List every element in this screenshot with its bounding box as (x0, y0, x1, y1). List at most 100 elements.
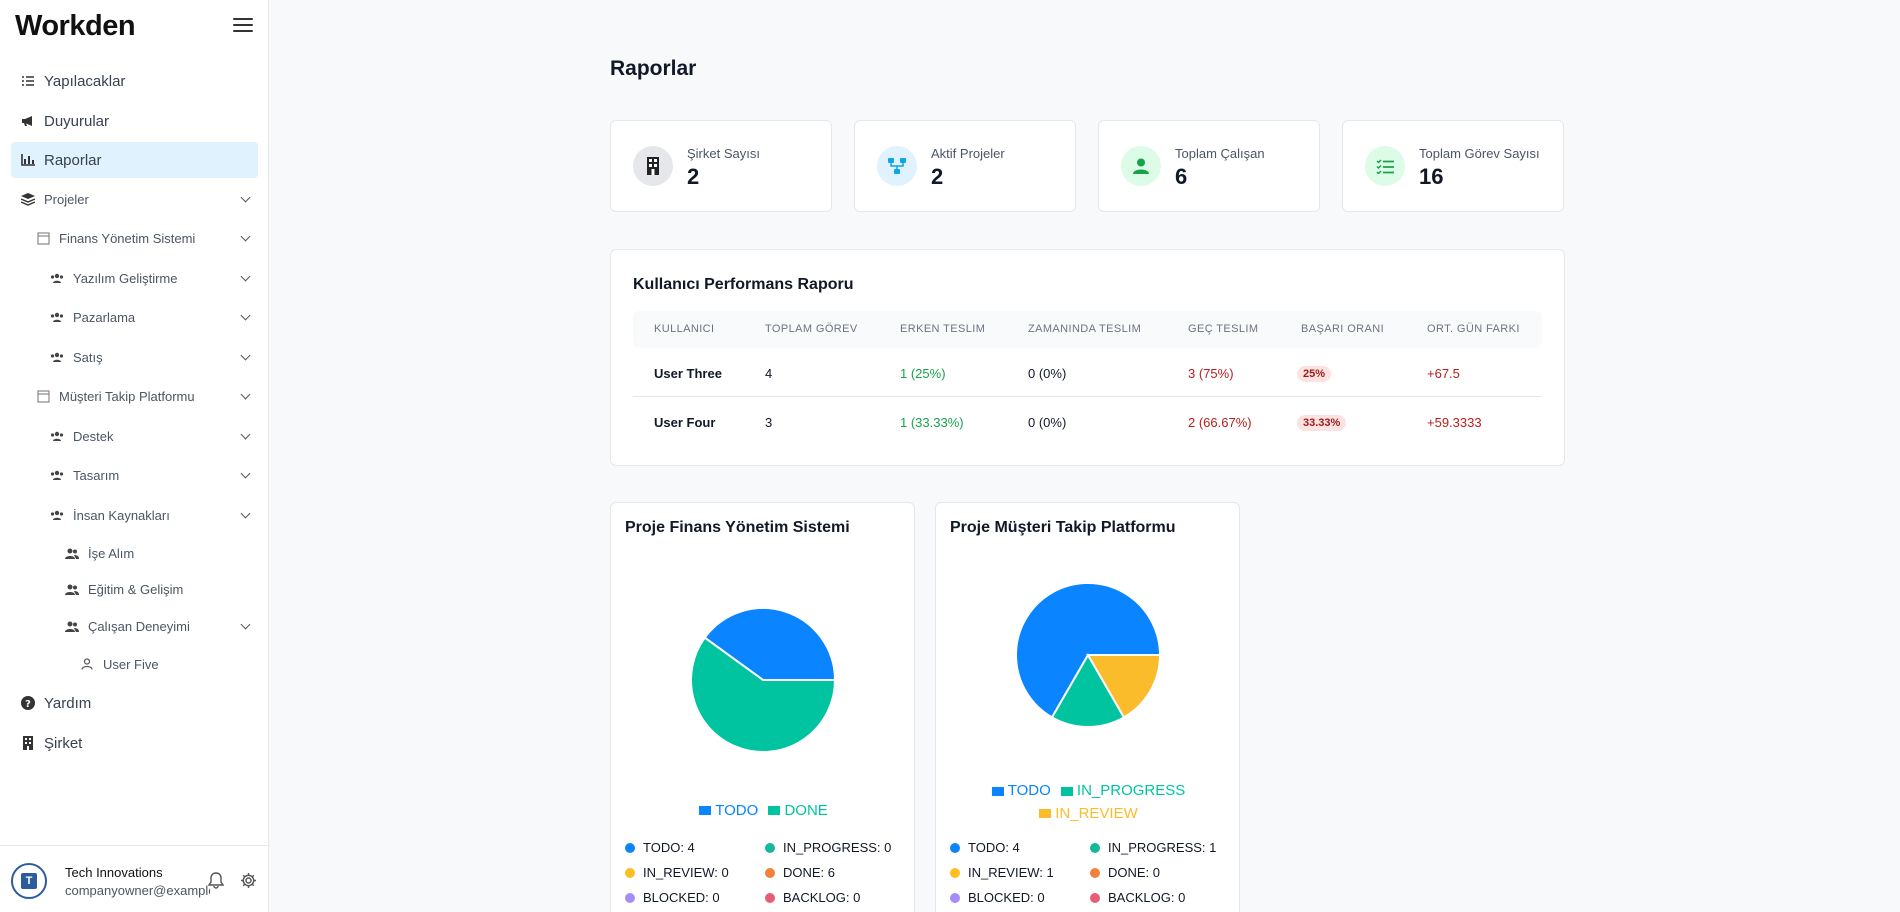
legend-item-todo[interactable]: TODO (699, 802, 758, 819)
chevron-down-icon[interactable] (240, 389, 251, 400)
cell-diff: +67.5 (1427, 366, 1460, 381)
chevron-down-icon[interactable] (240, 271, 251, 282)
chevron-down-icon[interactable] (240, 350, 251, 361)
sidebar-item-label: Şirket (44, 734, 83, 752)
column-header[interactable]: BAŞARI ORANI (1301, 323, 1384, 335)
legend-item-todo[interactable]: TODO (991, 780, 1051, 802)
sidebar-item-musteri-takip-platformu[interactable]: Müşteri Takip Platformu (35, 378, 251, 414)
cell-early: 1 (33.33%) (900, 415, 964, 430)
status-item: BLOCKED: 0 (625, 890, 720, 905)
menu-toggle-icon[interactable] (233, 18, 253, 36)
sidebar-item-ise-alim[interactable]: İşe Alım (64, 535, 134, 571)
user-icon (1121, 146, 1161, 186)
sidebar-item-projeler[interactable]: Projeler (20, 181, 251, 217)
status-item: DONE: 6 (765, 865, 835, 880)
cell-diff: +59.3333 (1427, 415, 1482, 430)
stat-card-active-projects: Aktif Projeler 2 (854, 120, 1076, 212)
column-header[interactable]: ERKEN TESLIM (900, 323, 985, 335)
chevron-down-icon[interactable] (240, 508, 251, 519)
sidebar-item-label: Raporlar (44, 151, 102, 169)
team-icon (49, 270, 65, 286)
chart-title: Proje Finans Yönetim Sistemi (625, 519, 850, 536)
team-icon (49, 309, 65, 325)
sidebar-item-tasarim[interactable]: Tasarım (49, 457, 251, 493)
project-chart-card-musteri: Proje Müşteri Takip Platformu TODO IN_PR… (935, 502, 1240, 912)
chart-legend: TODO IN_PROGRESS IN_REVIEW (936, 780, 1241, 825)
avatar[interactable]: T (11, 863, 47, 899)
megaphone-icon (20, 113, 36, 129)
chart-title: Proje Müşteri Takip Platformu (950, 519, 1176, 536)
users-icon (64, 618, 80, 634)
column-header[interactable]: ORT. GÜN FARKI (1427, 323, 1520, 335)
sidebar-item-label: Pazarlama (73, 309, 136, 325)
sidebar-item-destek[interactable]: Destek (49, 418, 251, 454)
help-icon: ? (20, 695, 36, 711)
sidebar-item-label: İnsan Kaynakları (73, 507, 170, 523)
sidebar-item-label: Finans Yönetim Sistemi (59, 230, 196, 246)
bell-icon[interactable] (207, 872, 225, 894)
cell-late: 3 (75%) (1188, 366, 1234, 381)
status-item: IN_PROGRESS: 0 (765, 840, 891, 855)
user-icon (79, 656, 95, 672)
cell-ontime: 0 (0%) (1028, 366, 1067, 381)
sidebar-item-yazilim-gelistirme[interactable]: Yazılım Geliştirme (49, 260, 251, 296)
status-item: IN_REVIEW: 1 (950, 865, 1054, 880)
sidebar-item-label: İşe Alım (88, 545, 135, 561)
stat-value: 2 (931, 164, 944, 189)
chevron-down-icon[interactable] (240, 231, 251, 242)
cell-total: 3 (765, 415, 773, 430)
stat-label: Toplam Görev Sayısı (1419, 146, 1540, 161)
sidebar-item-egitim-gelisim[interactable]: Eğitim & Gelişim (64, 571, 183, 607)
team-icon (49, 428, 65, 444)
sidebar-item-insan-kaynaklari[interactable]: İnsan Kaynakları (49, 497, 251, 533)
column-header[interactable]: GEÇ TESLIM (1188, 323, 1258, 335)
status-badge: 25% (1297, 366, 1332, 382)
svg-text:?: ? (25, 699, 31, 710)
legend-item-done[interactable]: DONE (768, 802, 828, 819)
list-icon (1365, 146, 1405, 186)
sidebar-footer: T Tech Innovations companyowner@example.… (0, 845, 269, 912)
gear-icon[interactable] (240, 872, 257, 894)
chevron-down-icon[interactable] (240, 192, 251, 203)
stat-card-company-count: Şirket Sayısı 2 (610, 120, 832, 212)
team-icon (49, 507, 65, 523)
stat-label: Şirket Sayısı (687, 146, 760, 161)
sidebar-item-label: Eğitim & Gelişim (88, 581, 184, 597)
chevron-down-icon[interactable] (240, 310, 251, 321)
layers-icon (20, 191, 36, 207)
table-header: KULLANICI TOPLAM GÖREV ERKEN TESLIM ZAMA… (633, 311, 1542, 348)
stat-value: 2 (687, 164, 700, 189)
table-row[interactable]: User Three 4 1 (25%) 0 (0%) 3 (75%) 25% … (633, 348, 1542, 397)
sidebar-item-yardim[interactable]: ? Yardım (20, 685, 91, 721)
stat-card-total-employees: Toplam Çalışan 6 (1098, 120, 1320, 212)
status-item: TODO: 4 (950, 840, 1020, 855)
network-icon (877, 146, 917, 186)
stat-label: Toplam Çalışan (1175, 146, 1265, 161)
column-header[interactable]: ZAMANINDA TESLIM (1028, 323, 1141, 335)
column-header[interactable]: TOPLAM GÖREV (765, 323, 858, 335)
chevron-down-icon[interactable] (240, 619, 251, 630)
sidebar-item-label: Satış (73, 349, 103, 365)
sidebar-item-yapilacaklar[interactable]: Yapılacaklar (20, 63, 125, 99)
status-item: DONE: 0 (1090, 865, 1160, 880)
sidebar-item-sirket[interactable]: Şirket (20, 725, 82, 761)
chevron-down-icon[interactable] (240, 468, 251, 479)
sidebar-item-raporlar[interactable]: Raporlar (11, 142, 258, 178)
sidebar-item-label: Yapılacaklar (44, 72, 126, 90)
sidebar-item-pazarlama[interactable]: Pazarlama (49, 299, 251, 335)
sidebar-item-calisan-deneyimi[interactable]: Çalışan Deneyimi (64, 608, 251, 644)
legend-item-in-review[interactable]: IN_REVIEW (1039, 803, 1138, 825)
org-name: Tech Innovations (65, 865, 163, 880)
sidebar-item-finans-yonetim-sistemi[interactable]: Finans Yönetim Sistemi (35, 220, 251, 256)
legend-item-in-progress[interactable]: IN_PROGRESS (1060, 780, 1185, 802)
chevron-down-icon[interactable] (240, 429, 251, 440)
sidebar-item-user-five[interactable]: User Five (79, 646, 159, 682)
org-email: companyowner@example.com (65, 883, 210, 898)
brand-logo[interactable]: Workden (15, 10, 136, 43)
sidebar-item-duyurular[interactable]: Duyurular (20, 103, 109, 139)
chart-bar-icon (20, 152, 36, 168)
column-header[interactable]: KULLANICI (654, 323, 714, 335)
stat-label: Aktif Projeler (931, 146, 1005, 161)
sidebar-item-satis[interactable]: Satış (49, 339, 251, 375)
table-row[interactable]: User Four 3 1 (33.33%) 0 (0%) 2 (66.67%)… (633, 397, 1542, 446)
